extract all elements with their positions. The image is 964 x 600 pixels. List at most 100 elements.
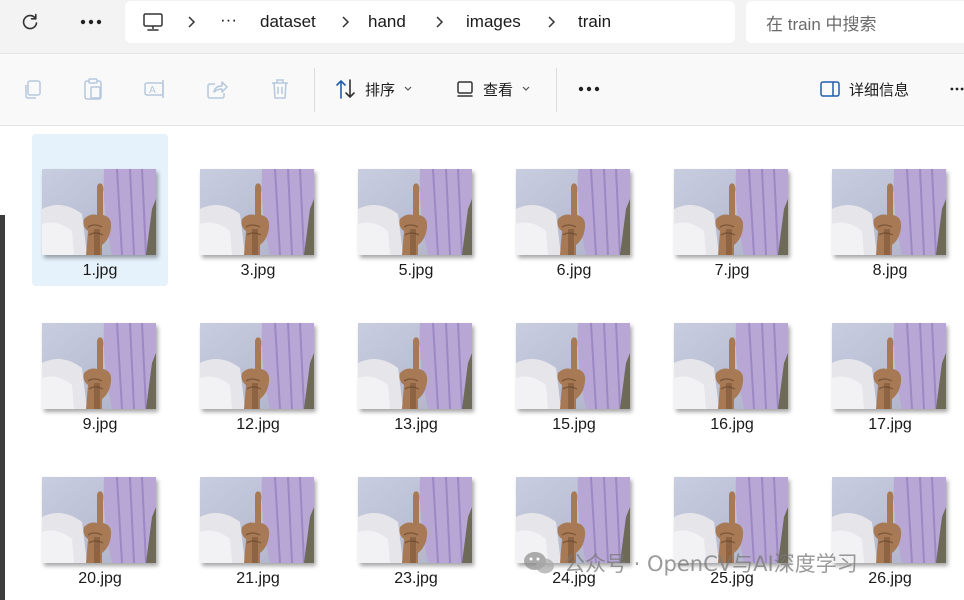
hand-photo-thumbnail	[358, 169, 472, 255]
hand-photo-thumbnail	[516, 169, 630, 255]
file-tile[interactable]: 9.jpg	[32, 288, 168, 440]
file-thumbnail	[674, 477, 788, 563]
paste-icon	[84, 78, 102, 100]
file-thumbnail	[200, 169, 314, 255]
file-name: 1.jpg	[82, 262, 118, 279]
file-tile[interactable]: 7.jpg	[664, 134, 800, 286]
paste-button[interactable]	[80, 76, 106, 102]
chevron-right-icon[interactable]	[544, 15, 558, 29]
breadcrumb-item-dataset[interactable]: dataset	[260, 12, 316, 32]
file-tile[interactable]: 20.jpg	[32, 442, 168, 594]
file-name: 15.jpg	[552, 416, 596, 433]
file-name: 25.jpg	[710, 570, 754, 587]
hand-photo-thumbnail	[516, 477, 630, 563]
hand-photo-thumbnail	[200, 323, 314, 409]
file-tile[interactable]: 6.jpg	[506, 134, 642, 286]
file-tile[interactable]: 15.jpg	[506, 288, 642, 440]
file-thumbnail	[42, 169, 156, 255]
file-name: 21.jpg	[236, 570, 280, 587]
overflow-more-button[interactable]	[950, 76, 964, 102]
view-label: 查看	[483, 80, 514, 99]
details-label: 详细信息	[849, 80, 910, 99]
file-name: 17.jpg	[868, 416, 912, 433]
share-button[interactable]	[204, 76, 230, 102]
search-placeholder: 在 train 中搜索	[766, 14, 877, 34]
file-name: 26.jpg	[868, 570, 912, 587]
file-tile[interactable]: 1.jpg	[32, 134, 168, 286]
more-horizontal-icon	[80, 19, 102, 25]
rename-button[interactable]: A	[142, 76, 168, 102]
hand-photo-thumbnail	[42, 323, 156, 409]
hand-photo-thumbnail	[832, 169, 946, 255]
file-grid: 1.jpg 3.jpg 5.jpg 6.jpg 7.jpg 8.jpg 9.jp…	[0, 127, 964, 600]
chevron-down-icon	[404, 86, 412, 91]
chevron-right-icon[interactable]	[184, 15, 198, 29]
breadcrumb-item-train[interactable]: train	[578, 12, 611, 32]
file-name: 24.jpg	[552, 570, 596, 587]
this-pc-icon[interactable]	[142, 12, 164, 36]
details-pane-button[interactable]: 详细信息	[819, 74, 909, 104]
file-thumbnail	[358, 477, 472, 563]
hand-photo-thumbnail	[516, 323, 630, 409]
command-bar: A 排序 查看 详细信息	[0, 54, 964, 126]
breadcrumb-item-hand[interactable]: hand	[368, 12, 406, 32]
file-tile[interactable]: 3.jpg	[190, 134, 326, 286]
sort-button[interactable]: 排序	[335, 74, 413, 104]
search-input[interactable]: 在 train 中搜索	[746, 1, 964, 43]
file-thumbnail	[358, 323, 472, 409]
file-name: 8.jpg	[872, 262, 908, 279]
file-name: 6.jpg	[556, 262, 592, 279]
file-name: 9.jpg	[82, 416, 118, 433]
refresh-icon	[22, 13, 38, 30]
chevron-down-icon	[522, 86, 530, 91]
hand-photo-thumbnail	[358, 477, 472, 563]
sort-label: 排序	[365, 80, 396, 99]
toolbar-separator	[556, 68, 557, 112]
view-icon	[457, 81, 473, 97]
copy-icon	[25, 80, 41, 99]
file-tile[interactable]: 17.jpg	[822, 288, 958, 440]
address-box[interactable]: ··· dataset hand images train	[125, 1, 735, 43]
chevron-right-icon[interactable]	[432, 15, 446, 29]
file-tile[interactable]: 16.jpg	[664, 288, 800, 440]
more-horizontal-icon	[578, 86, 600, 92]
file-thumbnail	[674, 323, 788, 409]
file-tile[interactable]: 13.jpg	[348, 288, 484, 440]
hand-photo-thumbnail	[832, 477, 946, 563]
sort-icon	[336, 79, 355, 99]
hand-photo-thumbnail	[674, 323, 788, 409]
share-icon	[207, 81, 228, 99]
file-tile[interactable]: 12.jpg	[190, 288, 326, 440]
file-tile[interactable]: 25.jpg	[664, 442, 800, 594]
see-more-button[interactable]	[576, 76, 602, 102]
file-name: 12.jpg	[236, 416, 280, 433]
copy-button[interactable]	[19, 76, 45, 102]
view-button[interactable]: 查看	[455, 74, 531, 104]
file-tile[interactable]: 23.jpg	[348, 442, 484, 594]
hand-photo-thumbnail	[42, 477, 156, 563]
file-tile[interactable]: 5.jpg	[348, 134, 484, 286]
breadcrumb-overflow[interactable]: ···	[220, 10, 237, 30]
file-tile[interactable]: 26.jpg	[822, 442, 958, 594]
refresh-button[interactable]	[15, 8, 45, 36]
hand-photo-thumbnail	[200, 477, 314, 563]
file-thumbnail	[832, 169, 946, 255]
breadcrumb-item-images[interactable]: images	[466, 12, 521, 32]
toolbar-separator	[314, 68, 315, 112]
more-nav-button[interactable]	[76, 8, 106, 36]
toolbar-gap	[0, 46, 964, 54]
file-tile[interactable]: 8.jpg	[822, 134, 958, 286]
file-name: 16.jpg	[710, 416, 754, 433]
file-name: 3.jpg	[240, 262, 276, 279]
address-bar-row: ··· dataset hand images train 在 train 中搜…	[0, 0, 964, 46]
delete-button[interactable]	[267, 76, 293, 102]
hand-photo-thumbnail	[200, 169, 314, 255]
delete-icon	[272, 79, 288, 99]
file-tile[interactable]: 21.jpg	[190, 442, 326, 594]
rename-icon: A	[144, 80, 164, 98]
details-pane-icon	[820, 81, 840, 97]
file-name: 23.jpg	[394, 570, 438, 587]
chevron-right-icon[interactable]	[338, 15, 352, 29]
file-thumbnail	[358, 169, 472, 255]
file-tile[interactable]: 24.jpg	[506, 442, 642, 594]
